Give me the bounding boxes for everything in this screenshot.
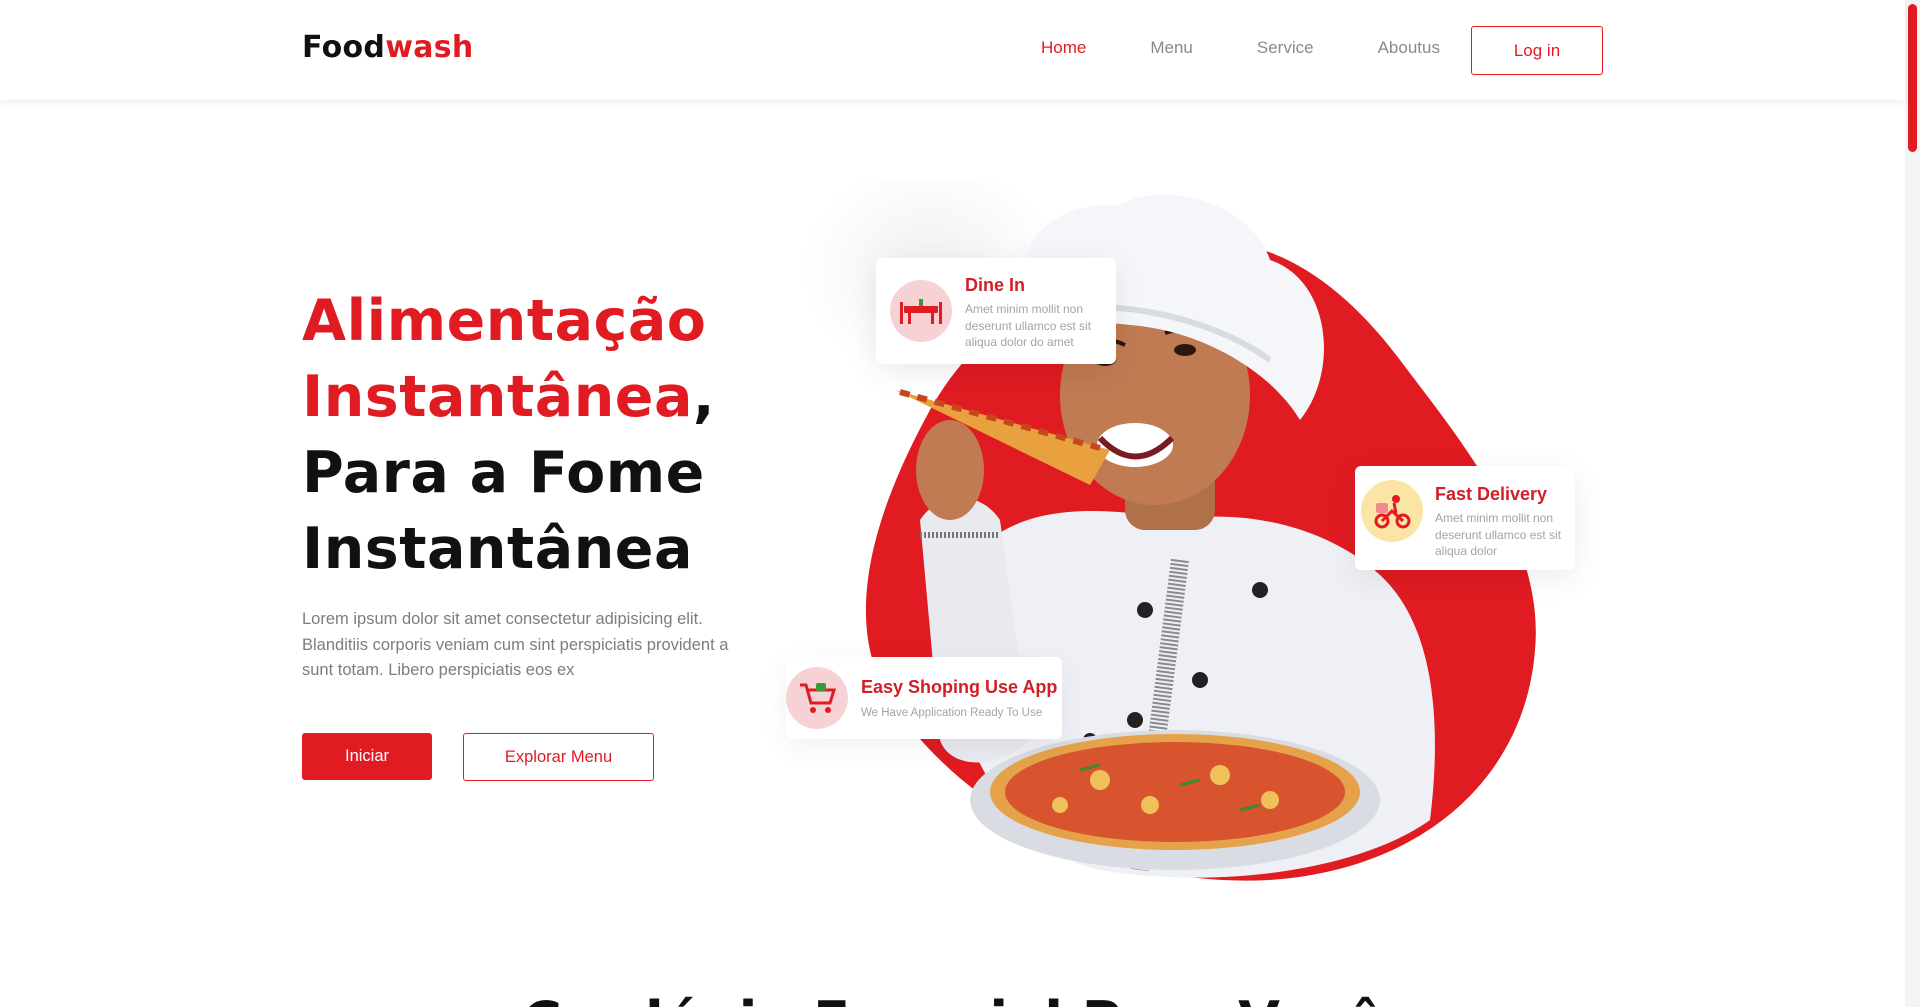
nav-menu[interactable]: Menu: [1150, 38, 1193, 58]
dine-in-title: Dine In: [965, 275, 1026, 295]
delivery-scooter-icon: [1361, 480, 1423, 542]
shopping-cart-icon: [786, 667, 848, 729]
headline-comma: ,: [692, 364, 716, 430]
brand-logo-part1: Food: [302, 30, 386, 65]
special-menu-section-title: Cardápio Especial Para Você: [0, 990, 1905, 1007]
easy-shopping-text: We Have Application Ready To Use: [861, 707, 1043, 719]
nav-home[interactable]: Home: [1041, 38, 1086, 58]
nav-service[interactable]: Service: [1257, 38, 1314, 58]
easy-shopping-card: Easy Shoping Use App We Have Application…: [786, 657, 1062, 739]
login-button[interactable]: Log in: [1471, 26, 1603, 75]
headline-line-4: Instantânea: [302, 516, 693, 582]
dine-in-text: Amet minim mollit non deserunt ullamco e…: [965, 302, 1092, 349]
site-header: Foodwash Home Menu Service Aboutus Log i…: [0, 0, 1905, 100]
fast-delivery-title: Fast Delivery: [1435, 484, 1548, 504]
start-button[interactable]: Iniciar: [302, 733, 432, 780]
main-nav: Home Menu Service Aboutus: [1041, 38, 1504, 58]
brand-logo[interactable]: Foodwash: [302, 30, 474, 65]
easy-shopping-title: Easy Shoping Use App: [861, 677, 1058, 697]
dining-table-icon: [890, 280, 952, 342]
brand-logo-part2: wash: [385, 30, 474, 65]
dine-in-card: Dine In Amet minim mollit non deserunt u…: [876, 258, 1116, 364]
nav-aboutus[interactable]: Aboutus: [1378, 38, 1440, 58]
headline-highlight-1: Alimentação: [302, 288, 707, 354]
fast-delivery-text: Amet minim mollit non deserunt ullamco e…: [1435, 511, 1562, 558]
hero-description: Lorem ipsum dolor sit amet consectetur a…: [302, 610, 729, 679]
headline-highlight-2: Instantânea: [302, 364, 693, 430]
page-scrollbar-thumb[interactable]: [1908, 4, 1917, 152]
headline-line-3: Para a Fome: [302, 440, 705, 506]
explore-menu-button[interactable]: Explorar Menu: [463, 733, 654, 781]
fast-delivery-card: Fast Delivery Amet minim mollit non dese…: [1355, 466, 1575, 570]
hero-headline: Alimentação Instantânea, Para a Fome Ins…: [302, 283, 822, 587]
